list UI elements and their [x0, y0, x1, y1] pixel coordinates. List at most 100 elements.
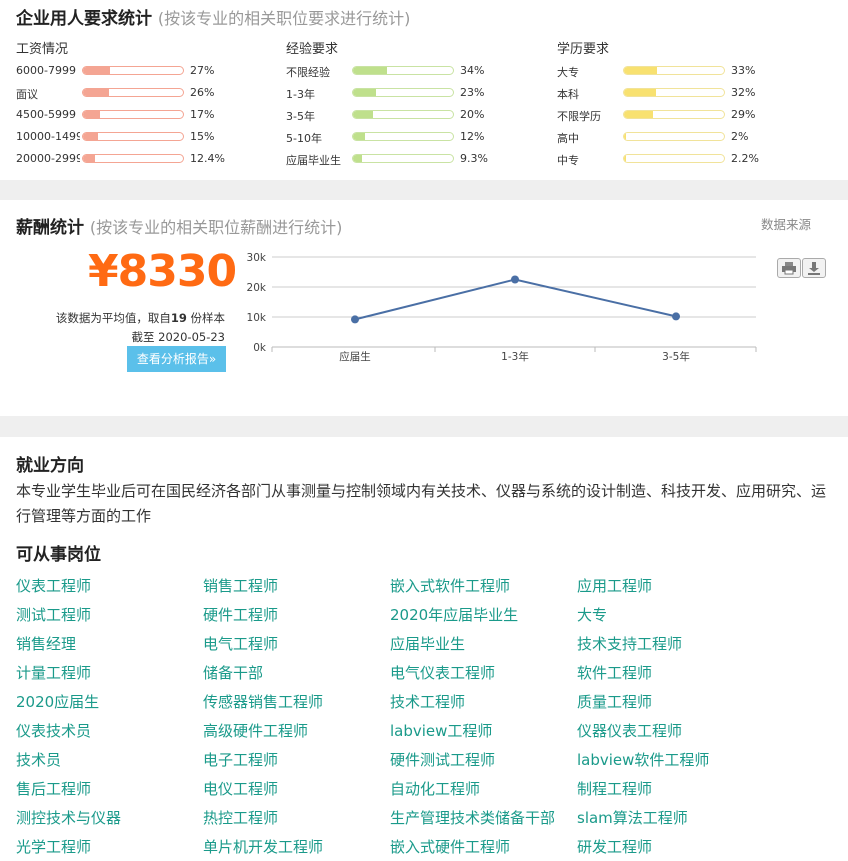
position-link[interactable]: 仪表技术员 [16, 720, 91, 741]
requirement-bar-fill [83, 89, 109, 96]
requirement-value: 23% [460, 86, 485, 99]
requirement-column-title: 学历要求 [557, 42, 610, 57]
requirement-bar [82, 154, 184, 163]
position-link[interactable]: 电仪工程师 [203, 778, 278, 799]
position-link[interactable]: 研发工程师 [577, 836, 652, 857]
position-link[interactable]: 质量工程师 [577, 691, 652, 712]
requirement-bar [352, 110, 454, 119]
requirement-value: 29% [731, 108, 756, 121]
requirement-bar [623, 132, 725, 141]
requirement-label: 中专 [557, 154, 579, 167]
requirement-label: 不限经验 [286, 66, 330, 79]
position-link[interactable]: 销售经理 [16, 633, 76, 654]
requirement-label: 6000-7999 [16, 64, 76, 77]
requirement-column-title: 工资情况 [16, 42, 69, 57]
average-salary: ¥8330 [88, 246, 237, 297]
requirement-bar [82, 110, 184, 119]
requirement-value: 12% [460, 130, 485, 143]
position-link[interactable]: 技术支持工程师 [577, 633, 682, 654]
print-button[interactable] [777, 258, 801, 278]
position-link[interactable]: 技术工程师 [390, 691, 465, 712]
position-link[interactable]: 自动化工程师 [390, 778, 480, 799]
position-link[interactable]: 售后工程师 [16, 778, 91, 799]
requirement-bar [623, 154, 725, 163]
position-link[interactable]: 电气仪表工程师 [390, 662, 495, 683]
requirement-label: 大专 [557, 66, 579, 79]
salary-heading: 薪酬统计 (按该专业的相关职位薪酬进行统计) [16, 213, 342, 238]
employment-description: 本专业学生毕业后可在国民经济各部门从事测量与控制领域内有关技术、仪器与系统的设计… [16, 482, 827, 525]
position-link[interactable]: 高级硬件工程师 [203, 720, 308, 741]
employment-title: 就业方向 [16, 456, 84, 476]
position-link[interactable]: 电子工程师 [203, 749, 278, 770]
position-link[interactable]: 测控技术与仪器 [16, 807, 121, 828]
sample-note-suffix: 份样本 [190, 311, 226, 325]
requirement-value: 15% [190, 130, 215, 143]
requirement-bar [623, 110, 725, 119]
download-icon [808, 262, 820, 275]
position-link[interactable]: 应用工程师 [577, 575, 652, 596]
position-link[interactable]: 硬件工程师 [203, 604, 278, 625]
requirement-label: 4500-5999 [16, 108, 76, 121]
position-link[interactable]: 仪表工程师 [16, 575, 91, 596]
requirement-value: 2% [731, 130, 749, 143]
position-link[interactable]: 测试工程师 [16, 604, 91, 625]
requirement-label: 1-3年 [286, 88, 315, 101]
requirement-label: 面议 [16, 88, 38, 101]
position-link[interactable]: labview软件工程师 [577, 749, 709, 770]
position-link[interactable]: 大专 [577, 604, 607, 625]
requirement-label: 10000-14999 [16, 130, 80, 143]
salary-title: 薪酬统计 [16, 218, 84, 238]
position-link[interactable]: 电气工程师 [203, 633, 278, 654]
requirement-bar-fill [624, 155, 627, 162]
position-link[interactable]: 制程工程师 [577, 778, 652, 799]
salary-sample-note: 该数据为平均值，取自19 份样本 [56, 310, 225, 326]
position-link[interactable]: 传感器销售工程师 [203, 691, 323, 712]
requirement-bar-fill [83, 111, 100, 118]
sample-count: 19 [170, 311, 187, 325]
requirement-value: 32% [731, 86, 756, 99]
requirement-bar [82, 88, 184, 97]
requirement-value: 20% [460, 108, 485, 121]
position-link[interactable]: 热控工程师 [203, 807, 278, 828]
position-link[interactable]: 2020应届生 [16, 691, 99, 712]
requirement-bar-fill [353, 133, 365, 140]
position-link[interactable]: 仪器仪表工程师 [577, 720, 682, 741]
position-link[interactable]: 应届毕业生 [390, 633, 465, 654]
position-link[interactable]: 光学工程师 [16, 836, 91, 857]
position-link[interactable]: 嵌入式硬件工程师 [390, 836, 510, 857]
position-link[interactable]: 单片机开发工程师 [203, 836, 323, 857]
requirement-label: 20000-29999 [16, 152, 80, 165]
position-link[interactable]: 2020年应届毕业生 [390, 604, 518, 625]
requirement-label: 本科 [557, 88, 579, 101]
salary-deadline: 截至 2020-05-23 [131, 330, 226, 344]
requirement-value: 27% [190, 64, 215, 77]
requirement-label: 3-5年 [286, 110, 315, 123]
requirement-bar [82, 66, 184, 75]
requirement-bar-fill [353, 111, 373, 118]
position-link[interactable]: 储备干部 [203, 662, 263, 683]
requirements-heading: 企业用人要求统计 (按该专业的相关职位要求进行统计) [16, 4, 410, 29]
position-link[interactable]: 技术员 [16, 749, 61, 770]
position-link[interactable]: 销售工程师 [203, 575, 278, 596]
position-link[interactable]: slam算法工程师 [577, 807, 688, 828]
salary-subtitle: (按该专业的相关职位薪酬进行统计) [89, 218, 343, 237]
requirement-bar-fill [624, 89, 656, 96]
print-icon [782, 262, 796, 275]
requirement-bar [82, 132, 184, 141]
position-link[interactable]: 硬件测试工程师 [390, 749, 495, 770]
view-report-button[interactable]: 查看分析报告» [127, 346, 226, 372]
position-link[interactable]: labview工程师 [390, 720, 492, 741]
requirement-value: 34% [460, 64, 485, 77]
sample-note-prefix: 该数据为平均值，取自 [55, 311, 171, 325]
requirement-bar-fill [353, 67, 387, 74]
position-link[interactable]: 生产管理技术类储备干部 [390, 807, 555, 828]
position-link[interactable]: 嵌入式软件工程师 [390, 575, 510, 596]
requirement-bar-fill [83, 155, 96, 162]
requirement-label: 高中 [557, 132, 579, 145]
positions-title: 可从事岗位 [16, 545, 101, 565]
position-link[interactable]: 计量工程师 [16, 662, 91, 683]
data-source-link[interactable]: 数据来源 [761, 214, 811, 233]
position-link[interactable]: 软件工程师 [577, 662, 652, 683]
download-button[interactable] [802, 258, 826, 278]
requirement-bar-fill [353, 89, 376, 96]
